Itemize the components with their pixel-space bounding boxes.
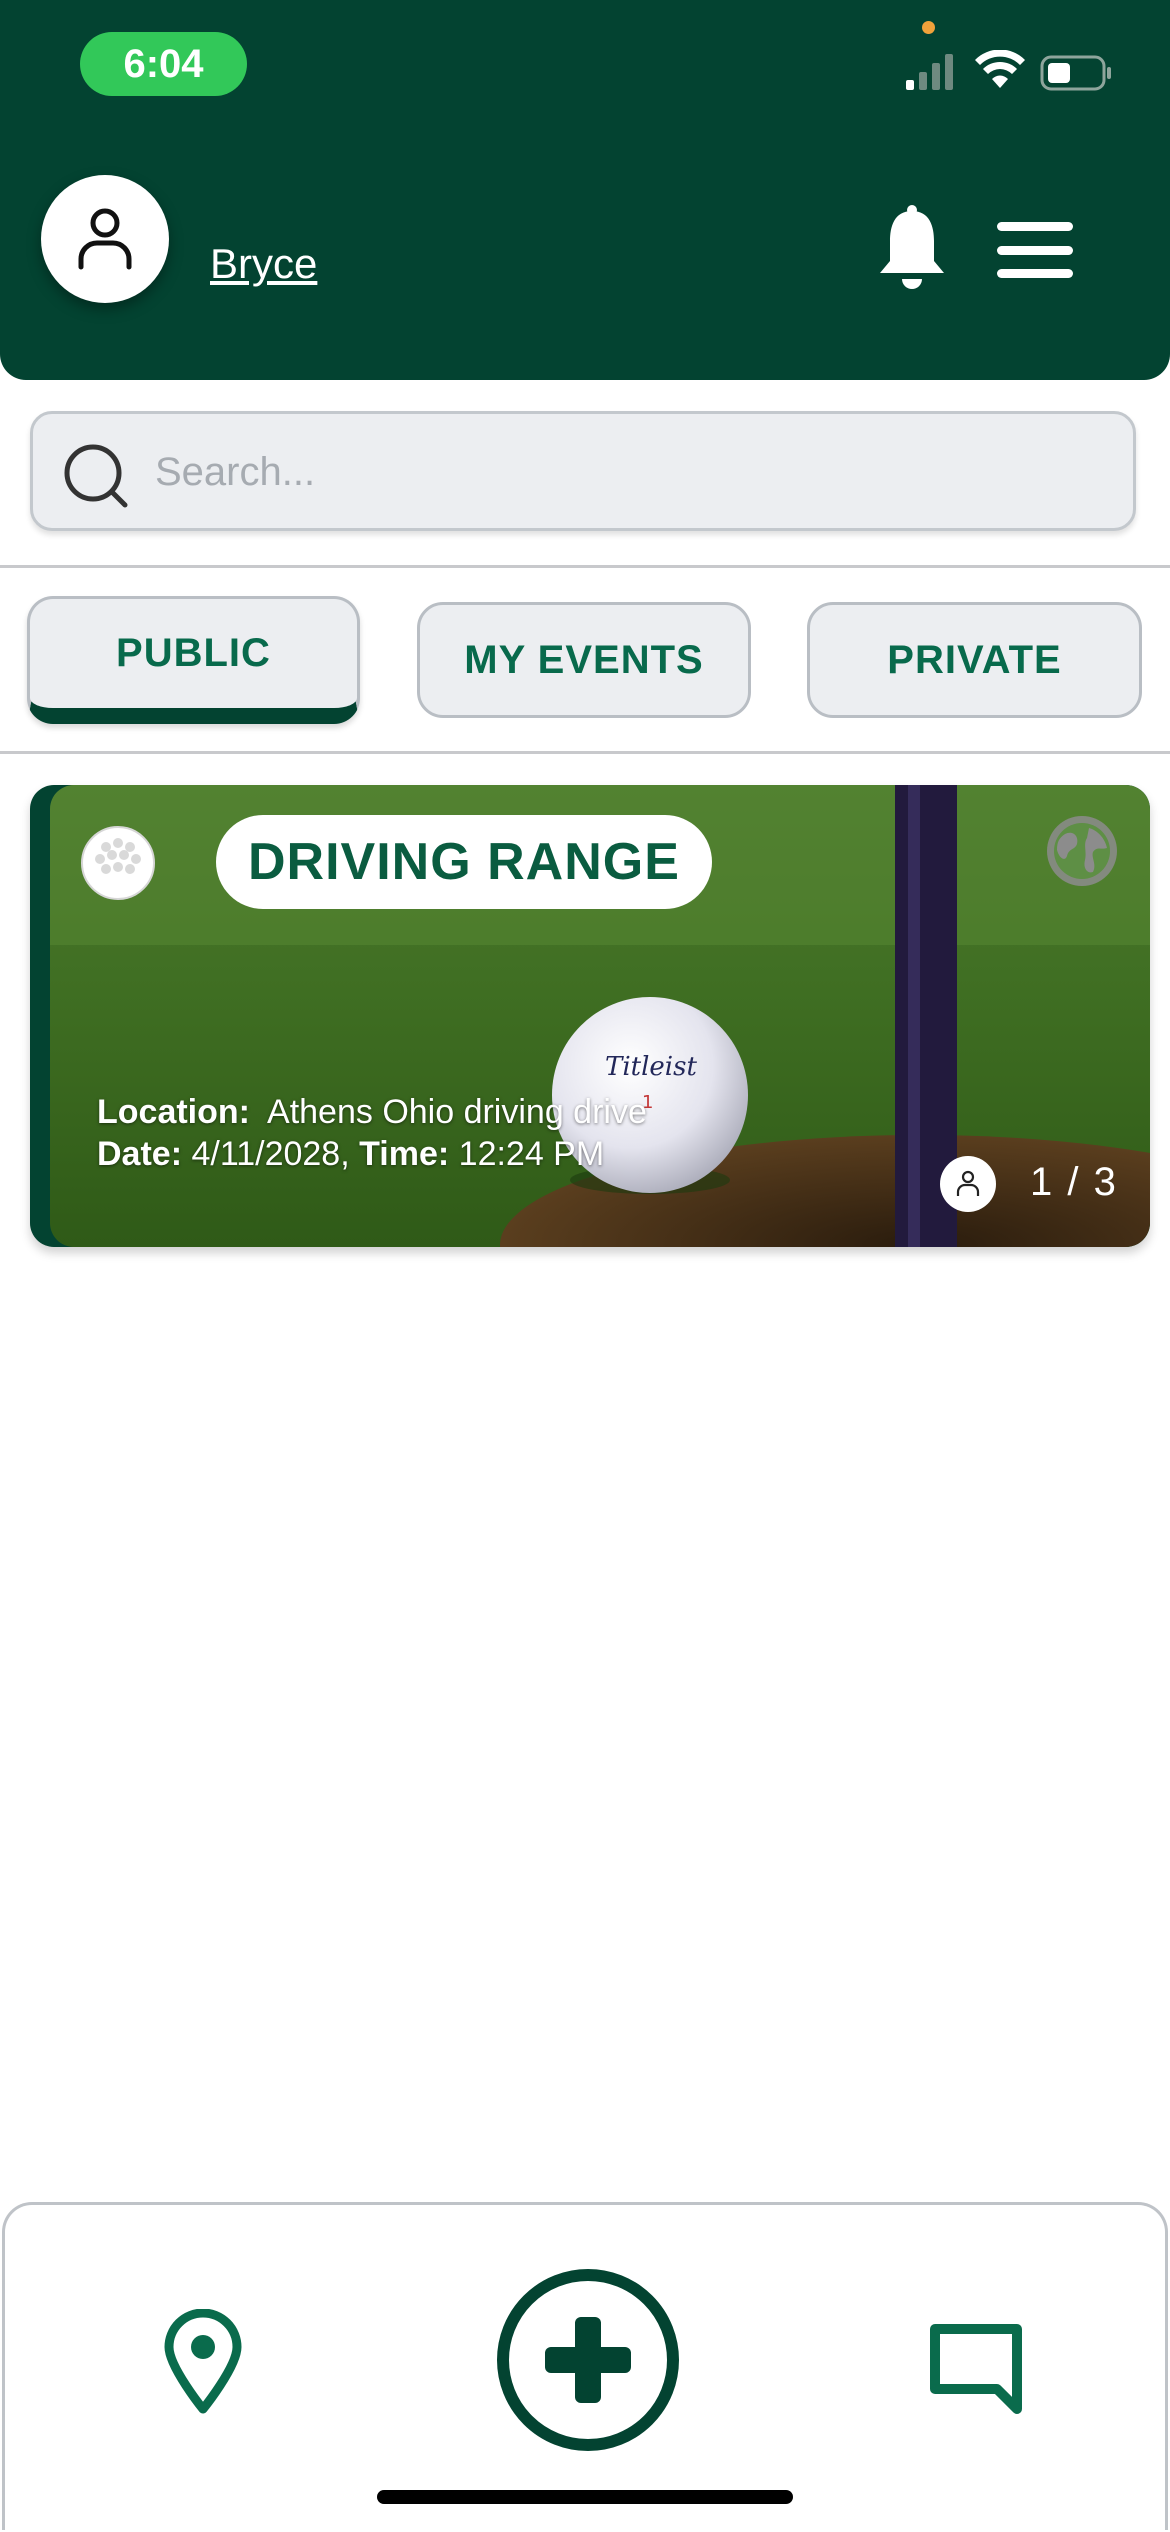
search-bar [30,411,1136,531]
add-event-icon[interactable] [495,2267,681,2453]
cellular-signal-icon [906,54,953,90]
chat-icon[interactable] [929,2323,1023,2415]
battery-icon [1040,55,1111,91]
event-location: Athens Ohio driving drive [267,1093,647,1131]
divider-bottom [0,751,1170,754]
globe-icon [1047,816,1117,886]
tab-public[interactable]: PUBLIC [27,596,360,724]
divider-top [0,565,1170,568]
attendee-icon [940,1156,996,1212]
notifications-bell-icon[interactable] [878,205,946,291]
profile-avatar-button[interactable] [41,175,169,303]
home-indicator[interactable] [377,2490,793,2504]
user-icon [78,208,132,270]
bottom-navigation [2,2202,1168,2530]
event-datetime-line: Date: 4/11/2028, Time: 12:24 PM [97,1135,604,1174]
person-icon [956,1170,980,1196]
search-input[interactable] [153,438,1057,506]
search-icon [64,444,128,508]
hamburger-menu-icon[interactable] [997,222,1073,278]
event-date: 4/11/2028, [191,1135,350,1173]
location-pin-icon[interactable] [163,2309,243,2415]
tab-my-events[interactable]: MY EVENTS [417,602,751,718]
event-card[interactable]: Titleist 1 DRIVING RANGE Location: Athen… [30,785,1150,1247]
location-label: Location: [97,1093,250,1131]
app-header: 6:04 Bryce [0,0,1170,380]
wifi-icon [975,50,1025,88]
event-time: 12:24 PM [458,1135,605,1173]
time-label: Time: [359,1135,450,1173]
status-time: 6:04 [80,32,247,96]
svg-text:Titleist: Titleist [605,1052,697,1082]
event-location-line: Location: Athens Ohio driving drive [97,1093,647,1132]
profile-username-link[interactable]: Bryce [210,240,317,288]
date-label: Date: [97,1135,183,1173]
event-title: DRIVING RANGE [216,815,712,909]
attendee-count: 1 / 3 [1030,1160,1118,1204]
golf-ball-icon [81,826,155,900]
mic-indicator-dot [922,21,935,34]
tab-private[interactable]: PRIVATE [807,602,1142,718]
